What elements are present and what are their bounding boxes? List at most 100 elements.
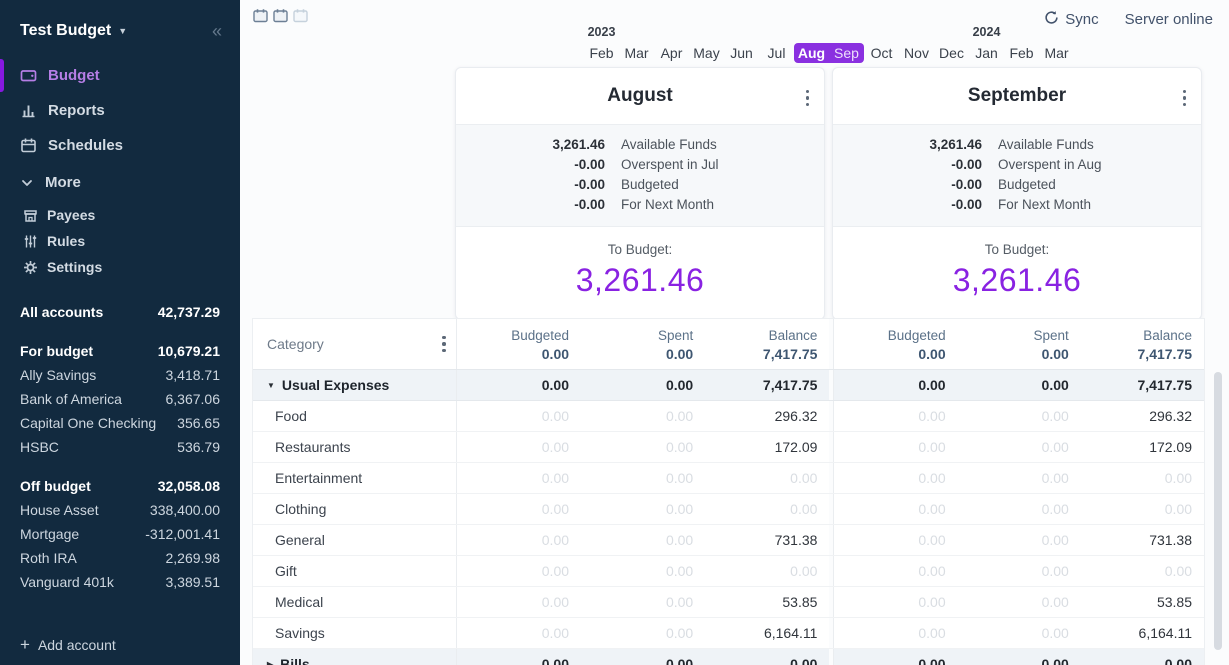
- account-row[interactable]: Vanguard 401k3,389.51: [20, 570, 220, 594]
- budgeted-cell[interactable]: 0.00: [457, 494, 581, 524]
- month-apr-2[interactable]: Apr: [654, 43, 689, 63]
- category-name[interactable]: Gift: [275, 563, 297, 579]
- account-row[interactable]: House Asset338,400.00: [20, 498, 220, 522]
- balance-cell[interactable]: 0.00: [1081, 494, 1204, 524]
- month-nov-9[interactable]: Nov: [899, 43, 934, 63]
- spent-cell[interactable]: 0.00: [581, 525, 705, 555]
- spent-cell[interactable]: 0.00: [958, 618, 1081, 648]
- budgeted-cell[interactable]: 0.00: [834, 401, 957, 431]
- sidebar-item-reports[interactable]: Reports: [0, 93, 240, 128]
- account-row[interactable]: Roth IRA2,269.98: [20, 546, 220, 570]
- budgeted-cell[interactable]: 0.00: [834, 618, 957, 648]
- budgeted-cell[interactable]: 0.00: [834, 463, 957, 493]
- budgeted-cell[interactable]: 0.00: [834, 587, 957, 617]
- category-name-cell[interactable]: Medical: [253, 587, 456, 617]
- month-mar-13[interactable]: Mar: [1039, 43, 1074, 63]
- three-months-icon[interactable]: [293, 8, 308, 23]
- account-row[interactable]: Bank of America6,367.06: [20, 387, 220, 411]
- month-mar-1[interactable]: Mar: [619, 43, 654, 63]
- account-row[interactable]: Mortgage-312,001.41: [20, 522, 220, 546]
- spent-cell[interactable]: 0.00: [581, 370, 705, 400]
- balance-cell[interactable]: 7,417.75: [1081, 370, 1204, 400]
- balance-cell[interactable]: 296.32: [705, 401, 829, 431]
- balance-cell[interactable]: 6,164.11: [1081, 618, 1204, 648]
- balance-cell[interactable]: 731.38: [705, 525, 829, 555]
- sidebar-item-more[interactable]: More: [0, 165, 240, 200]
- month-aug-6[interactable]: Aug: [794, 43, 829, 63]
- spent-cell[interactable]: 0.00: [581, 556, 705, 586]
- category-name-cell[interactable]: ▶Bills: [253, 649, 456, 665]
- category-name[interactable]: Savings: [275, 625, 325, 641]
- category-name-cell[interactable]: Entertainment: [253, 463, 456, 493]
- budgeted-cell[interactable]: 0.00: [457, 649, 581, 665]
- sidebar-item-budget[interactable]: Budget: [0, 58, 240, 93]
- spent-cell[interactable]: 0.00: [581, 587, 705, 617]
- category-row[interactable]: Clothing0.000.000.000.000.000.00: [253, 494, 1204, 525]
- category-name[interactable]: Medical: [275, 594, 323, 610]
- balance-cell[interactable]: 172.09: [1081, 432, 1204, 462]
- budgeted-cell[interactable]: 0.00: [834, 370, 957, 400]
- category-name-cell[interactable]: General: [253, 525, 456, 555]
- budgeted-cell[interactable]: 0.00: [834, 556, 957, 586]
- category-row[interactable]: Savings0.000.006,164.110.000.006,164.11: [253, 618, 1204, 649]
- sidebar-item-payees[interactable]: Payees: [0, 202, 240, 228]
- balance-cell[interactable]: 6,164.11: [705, 618, 829, 648]
- to-budget-amount[interactable]: 3,261.46: [833, 262, 1201, 299]
- category-row[interactable]: Medical0.000.0053.850.000.0053.85: [253, 587, 1204, 618]
- to-budget-section[interactable]: To Budget: 3,261.46: [456, 227, 824, 319]
- spent-cell[interactable]: 0.00: [958, 556, 1081, 586]
- to-budget-amount[interactable]: 3,261.46: [456, 262, 824, 299]
- balance-cell[interactable]: 731.38: [1081, 525, 1204, 555]
- budgeted-cell[interactable]: 0.00: [834, 494, 957, 524]
- vertical-scrollbar[interactable]: [1214, 372, 1222, 650]
- spent-cell[interactable]: 0.00: [581, 494, 705, 524]
- server-status[interactable]: Server online: [1125, 11, 1213, 28]
- budgeted-cell[interactable]: 0.00: [457, 618, 581, 648]
- budgeted-cell[interactable]: 0.00: [834, 649, 957, 665]
- budgeted-cell[interactable]: 0.00: [457, 556, 581, 586]
- balance-cell[interactable]: 0.00: [1081, 649, 1204, 665]
- month-oct-8[interactable]: Oct: [864, 43, 899, 63]
- spent-cell[interactable]: 0.00: [581, 432, 705, 462]
- month-dec-10[interactable]: Dec: [934, 43, 969, 63]
- month-feb-12[interactable]: Feb: [1004, 43, 1039, 63]
- spent-cell[interactable]: 0.00: [958, 432, 1081, 462]
- budgeted-cell[interactable]: 0.00: [457, 525, 581, 555]
- category-name-cell[interactable]: Gift: [253, 556, 456, 586]
- all-accounts-row[interactable]: All accounts 42,737.29: [20, 300, 220, 324]
- add-account-button[interactable]: + Add account: [20, 636, 116, 653]
- spent-cell[interactable]: 0.00: [958, 494, 1081, 524]
- category-name-cell[interactable]: ▼ Usual Expenses: [253, 370, 456, 400]
- category-name-cell[interactable]: Restaurants: [253, 432, 456, 462]
- category-name[interactable]: Entertainment: [275, 470, 362, 486]
- spent-cell[interactable]: 0.00: [958, 587, 1081, 617]
- spent-cell[interactable]: 0.00: [958, 649, 1081, 665]
- month-sep-7[interactable]: Sep: [829, 43, 864, 63]
- expand-arrow-icon[interactable]: ▼: [267, 381, 275, 390]
- month-feb-0[interactable]: Feb: [584, 43, 619, 63]
- category-menu-icon[interactable]: [442, 334, 446, 354]
- sidebar-item-settings[interactable]: Settings: [0, 254, 240, 280]
- category-row[interactable]: Gift0.000.000.000.000.000.00: [253, 556, 1204, 587]
- account-row[interactable]: Capital One Checking356.65: [20, 411, 220, 435]
- one-month-icon[interactable]: [253, 8, 268, 23]
- balance-cell[interactable]: 0.00: [705, 494, 829, 524]
- category-name[interactable]: Clothing: [275, 501, 326, 517]
- category-name[interactable]: Restaurants: [275, 439, 350, 455]
- account-group-header[interactable]: For budget10,679.21: [20, 339, 220, 363]
- category-row[interactable]: Entertainment0.000.000.000.000.000.00: [253, 463, 1204, 494]
- group-row[interactable]: ▶Bills0.000.000.000.000.000.00: [253, 649, 1204, 665]
- spent-cell[interactable]: 0.00: [581, 463, 705, 493]
- spent-cell[interactable]: 0.00: [958, 463, 1081, 493]
- category-name-cell[interactable]: Food: [253, 401, 456, 431]
- budgeted-cell[interactable]: 0.00: [457, 463, 581, 493]
- spent-cell[interactable]: 0.00: [581, 649, 705, 665]
- category-name[interactable]: Usual Expenses: [282, 377, 389, 393]
- month-jan-11[interactable]: Jan: [969, 43, 1004, 63]
- spent-cell[interactable]: 0.00: [581, 618, 705, 648]
- account-group-header[interactable]: Off budget32,058.08: [20, 474, 220, 498]
- budgeted-cell[interactable]: 0.00: [834, 525, 957, 555]
- category-name[interactable]: Bills: [280, 656, 310, 665]
- month-jun-4[interactable]: Jun: [724, 43, 759, 63]
- category-row[interactable]: Restaurants0.000.00172.090.000.00172.09: [253, 432, 1204, 463]
